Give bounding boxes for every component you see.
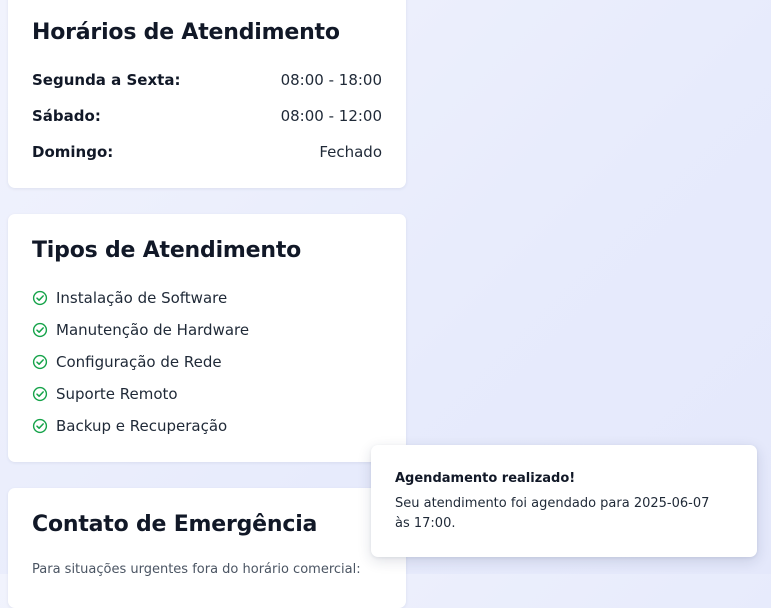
hours-row: Segunda a Sexta: 08:00 - 18:00: [32, 69, 382, 91]
hours-time-value: Fechado: [319, 143, 382, 161]
check-circle-icon: [32, 322, 48, 338]
hours-day-label: Segunda a Sexta:: [32, 71, 181, 89]
hours-day-label: Domingo:: [32, 143, 114, 161]
toast-message: Seu atendimento foi agendado para 2025-0…: [395, 496, 710, 531]
service-type-item: Configuração de Rede: [32, 351, 222, 373]
emergency-contact-card: Contato de Emergência Para situações urg…: [8, 488, 406, 608]
service-type-label: Suporte Remoto: [56, 385, 178, 403]
toast-title: Agendamento realizado!: [395, 471, 576, 486]
service-type-item: Suporte Remoto: [32, 383, 178, 405]
hours-row: Sábado: 08:00 - 12:00: [32, 105, 382, 127]
check-circle-icon: [32, 418, 48, 434]
service-type-label: Instalação de Software: [56, 289, 228, 307]
hours-time-value: 08:00 - 18:00: [280, 71, 382, 89]
service-type-label: Manutenção de Hardware: [56, 321, 250, 339]
service-type-item: Instalação de Software: [32, 287, 227, 309]
service-type-label: Backup e Recuperação: [56, 417, 228, 435]
hours-row: Domingo: Fechado: [32, 141, 382, 163]
hours-title: Horários de Atendimento: [32, 20, 340, 45]
service-types-card: Tipos de Atendimento Instalação de Softw…: [8, 214, 406, 462]
service-types-title: Tipos de Atendimento: [32, 238, 302, 263]
emergency-title: Contato de Emergência: [32, 512, 318, 537]
service-type-label: Configuração de Rede: [56, 353, 222, 371]
service-type-item: Manutenção de Hardware: [32, 319, 249, 341]
hours-time-value: 08:00 - 12:00: [280, 107, 382, 125]
check-circle-icon: [32, 290, 48, 306]
check-circle-icon: [32, 354, 48, 370]
hours-card: Horários de Atendimento Segunda a Sexta:…: [8, 0, 406, 188]
toast-notification[interactable]: Agendamento realizado! Seu atendimento f…: [371, 445, 757, 557]
check-circle-icon: [32, 386, 48, 402]
service-type-item: Backup e Recuperação: [32, 415, 227, 437]
emergency-description: Para situações urgentes fora do horário …: [32, 562, 361, 577]
hours-day-label: Sábado:: [32, 107, 101, 125]
